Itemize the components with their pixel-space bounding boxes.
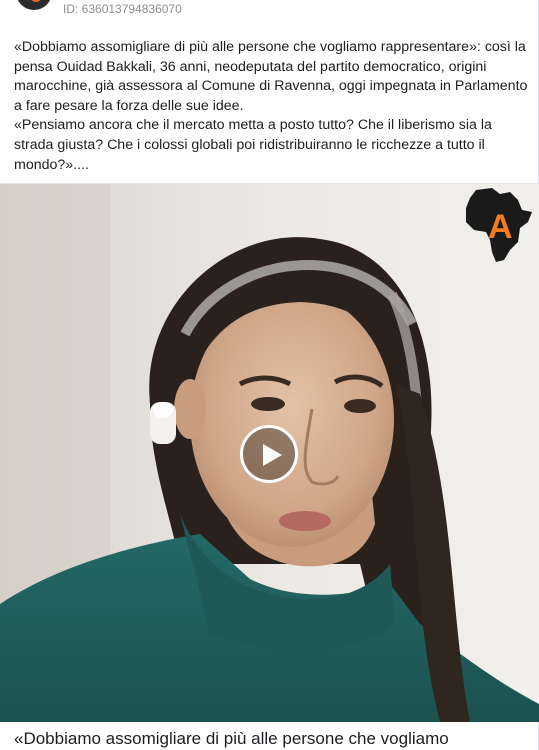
logo-letter: A: [488, 208, 513, 246]
africa-logo-icon: A: [466, 188, 532, 262]
video-caption: «Dobbiamo assomigliare di più alle perso…: [14, 729, 449, 748]
page-avatar[interactable]: [16, 0, 52, 10]
avatar-logo-icon: [30, 0, 42, 2]
play-icon: [263, 444, 282, 466]
post-paragraph-1: «Dobbiamo assomigliare di più alle perso…: [14, 39, 528, 114]
play-button[interactable]: [240, 425, 298, 483]
post-card: ID: 636013794836070 «Dobbiamo assomiglia…: [0, 0, 539, 750]
video-player[interactable]: A: [0, 184, 539, 722]
post-text: «Dobbiamo assomigliare di più alle perso…: [14, 38, 529, 175]
post-paragraph-2: «Pensiamo ancora che il mercato metta a …: [14, 117, 492, 173]
post-id: ID: 636013794836070: [63, 2, 182, 16]
